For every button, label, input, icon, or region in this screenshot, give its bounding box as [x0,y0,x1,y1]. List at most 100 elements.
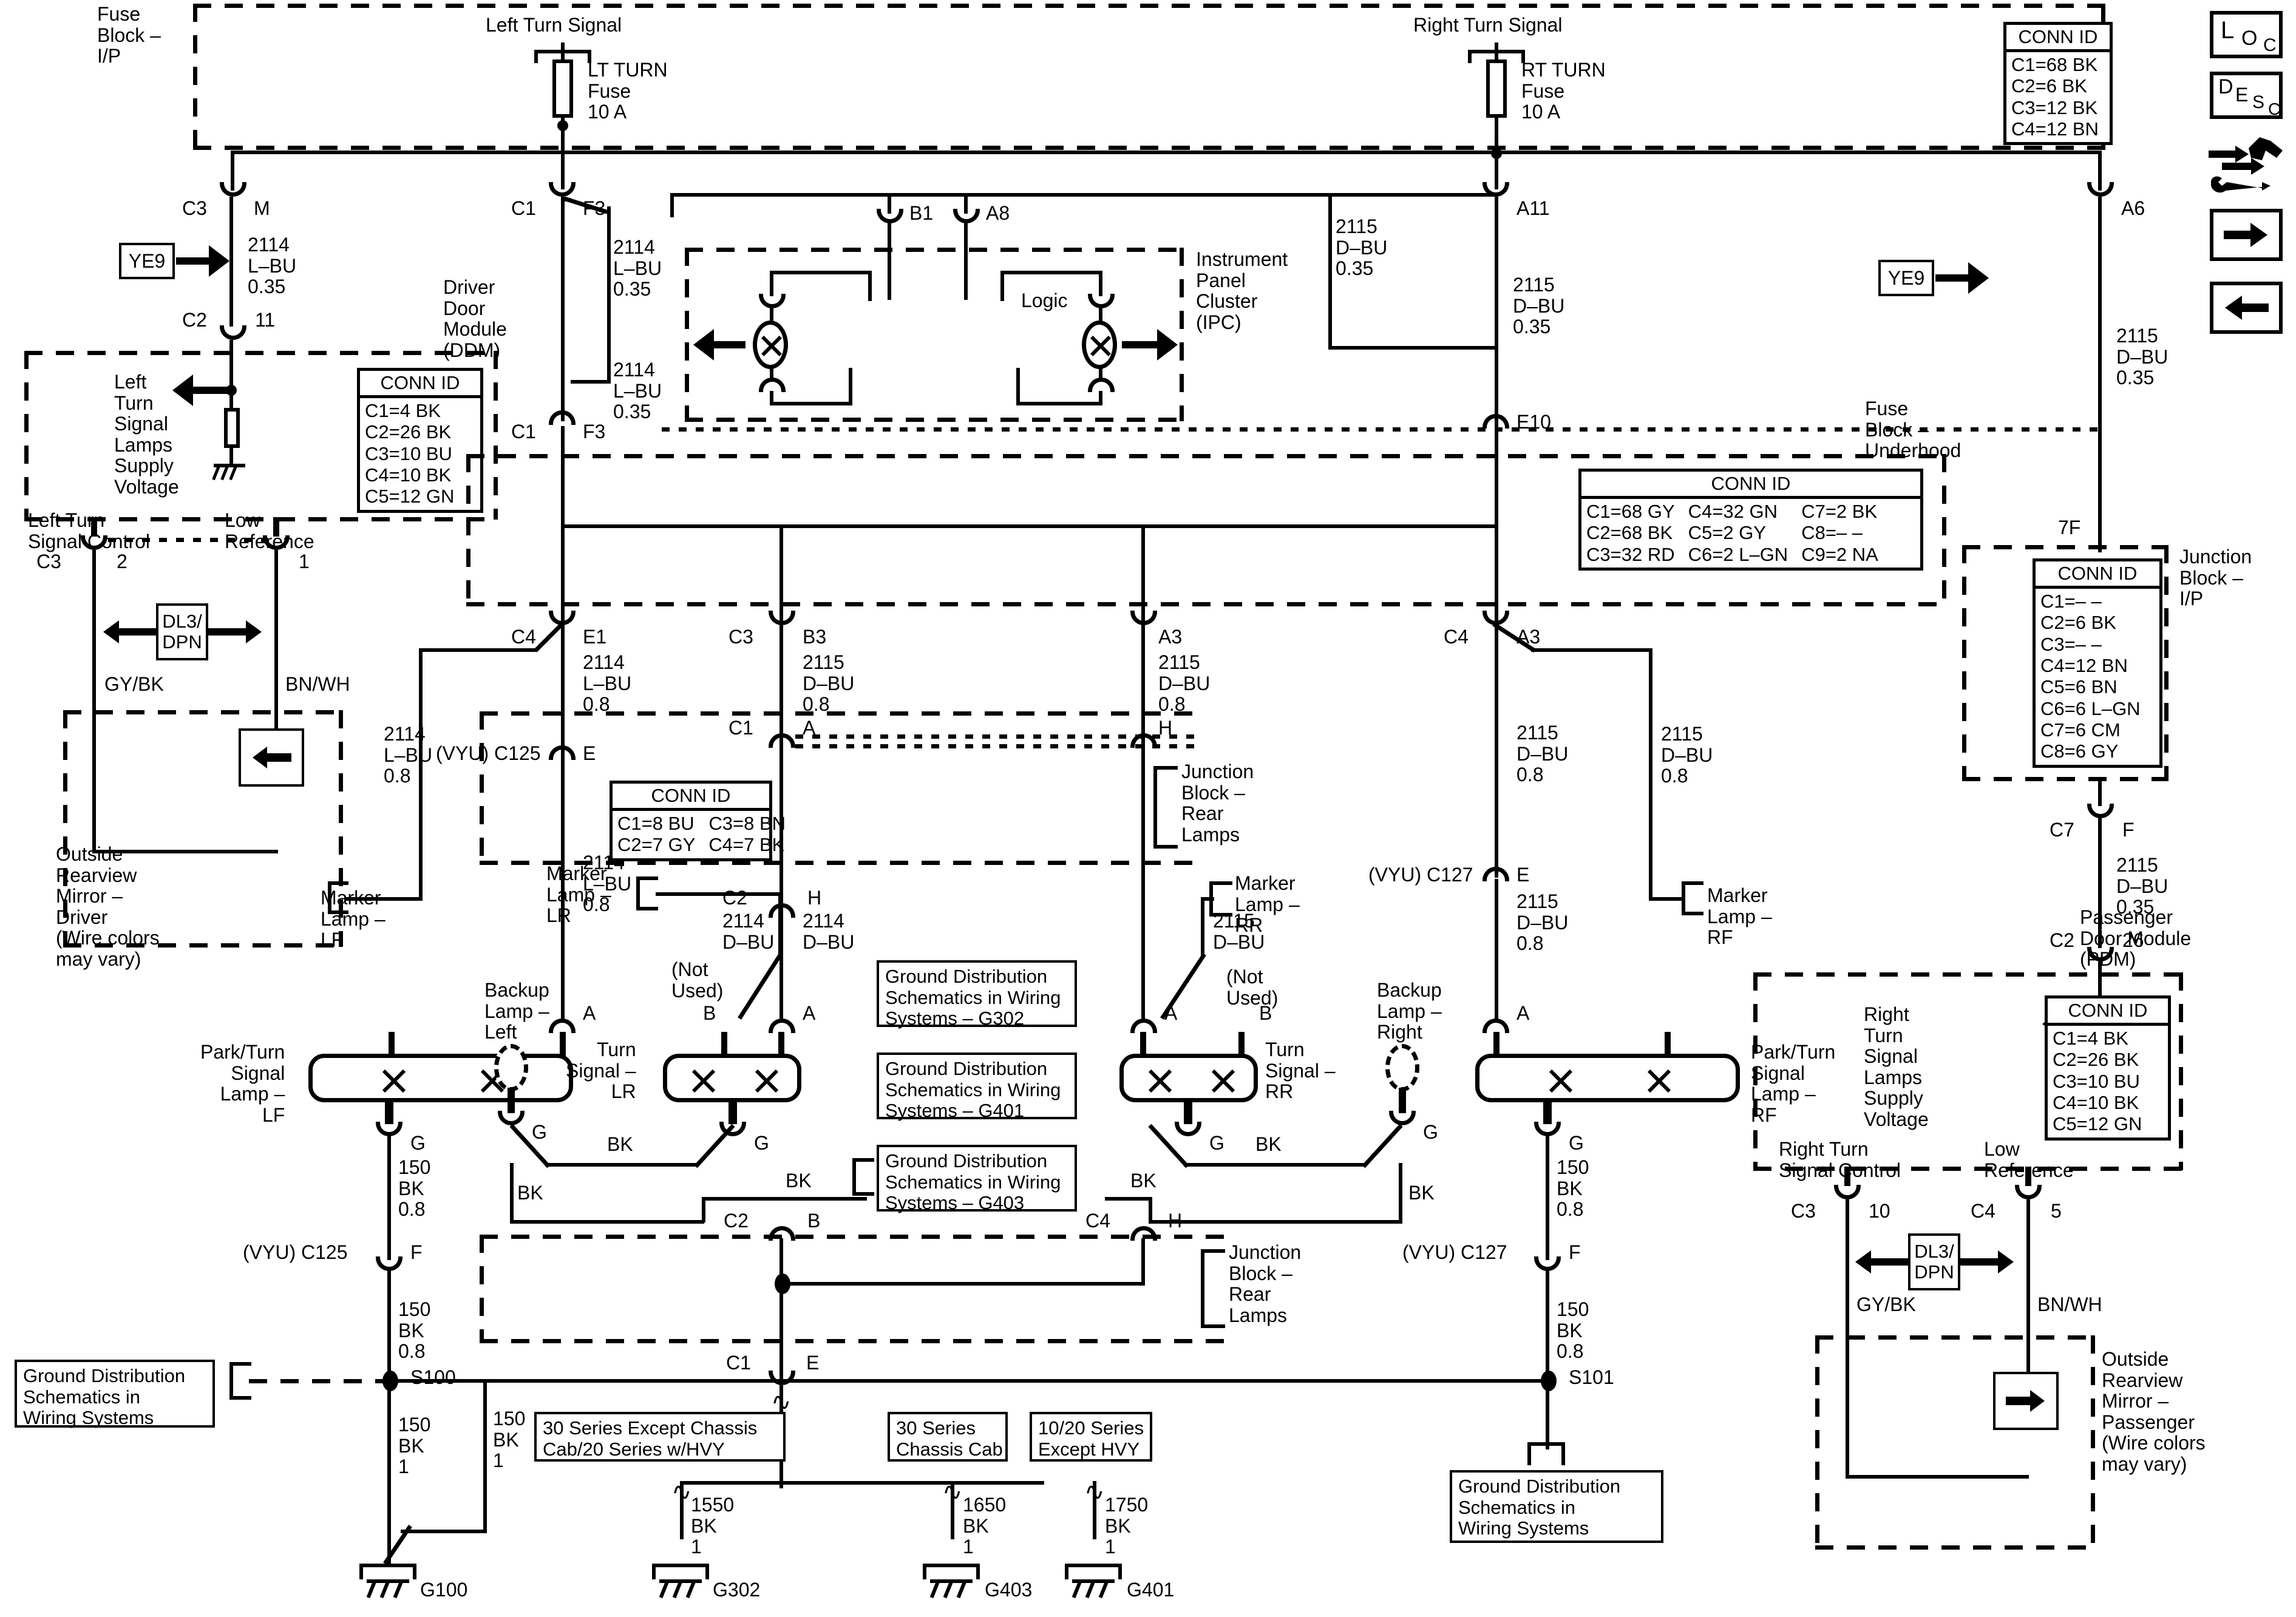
pdm-out-stem-1 [1844,1167,1850,1186]
pin-b-d-label: B [807,1210,821,1232]
wire-a-down-lr [779,745,783,1019]
marker-lamp-lf-label: Marker Lamp – LF [321,887,385,951]
ipc-left-arrow-head [693,329,714,361]
rt-fuse-cap-l [1468,50,1472,63]
backup-lamp-right-label: Backup Lamp – Right [1377,979,1442,1043]
rear-lamps2-border-top [480,1235,1226,1239]
ground-symbol-g403 [923,1564,980,1599]
ground-dist-left-bracket [229,1362,251,1400]
pin-c3-label: C3 [182,197,207,219]
conn-id-rows: C1=4 BK C2=26 BK C3=10 BU C4=10 BK C5=12 GN [360,398,480,510]
c125-b-label: (VYU) C125 [243,1241,348,1263]
desc-button[interactable]: D E S C [2210,72,2283,119]
park-turn-lamp-lf [308,1054,573,1102]
pin-g5-label: G [1423,1121,1438,1143]
conn-id-columns: C1=68 GY C2=68 BK C3=32 RD C4=32 GN C5=2 GY… [1581,499,1920,568]
pin-1-label: 1 [299,551,310,572]
conn-id-columns: C1=8 BU C2=7 GY C3=8 BN C4=7 BK [613,811,786,858]
ground-dist-g403-box[interactable]: Ground Distribution Schematics in Wiring… [877,1145,1077,1213]
junction-rear-lamps-label-2: Junction Block – Rear Lamps [1229,1241,1302,1326]
pin-c2r-label: C2 [2050,929,2074,951]
ground-dist-g403-bracket-left [852,1158,874,1196]
pin-g3-label: G [754,1132,769,1154]
row-c6: C6=2 L–GN [1688,543,1788,565]
a3b-right-branch [1531,648,1652,652]
jb-ip-border-bottom [1962,777,2169,781]
prev-arrow-button[interactable] [2210,282,2283,334]
row-c4: C4=12 BN [2011,118,2099,140]
s101-bracket [1527,1442,1565,1465]
note-1020-series-text: 10/20 Series Except HVY [1038,1417,1144,1460]
ipc-right-lamp-connector-top [1088,294,1115,308]
conn-id-header: CONN ID [2048,998,2168,1026]
right-arrow-icon [2006,1390,2045,1412]
hand-wrench-icon[interactable] [2204,132,2289,198]
row-c1: C1=– – [2040,591,2102,612]
conn-id-underhood: CONN ID C1=68 GY C2=68 BK C3=32 RD C4=32 G… [1578,469,1923,571]
desc-letter-1: D [2218,75,2233,98]
conn-id-rows: C1=68 BK C2=6 BK C3=12 BK C4=12 BN [2006,52,2110,142]
left-turn-signal-label: Left Turn Signal [486,14,622,36]
wire-label-14: 2115 D–BU 0.8 [1661,723,1713,787]
dl3-arrow-head-left-a [103,620,119,643]
conn-id-pdm: CONN ID C1=4 BK C2=26 BK C3=10 BU C4=10 BK C… [2045,995,2171,1141]
g100-slant [376,1524,413,1566]
row-c2: C2=68 BK [1586,522,1673,544]
ground-dist-left-box[interactable]: Ground Distribution Schematics in Wiring… [15,1360,215,1428]
lt-fuse-cap-l [534,50,538,63]
pin-7f-label: 7F [2058,517,2081,538]
ground-dist-g302-box[interactable]: Ground Distribution Schematics in Wiring… [877,960,1077,1029]
mirror-pass-border-left [1815,1335,1819,1549]
dl3-arrow-shaft-right-a [1871,1258,1909,1266]
pin-a-rr-label: A [1164,1002,1178,1024]
dl3-arrow-shaft-right-b [1960,1258,1998,1266]
wire-break-g403: ∿ [942,1479,963,1505]
loc-button[interactable]: L O C [2210,11,2283,58]
wire-label-3: 2114 L–BU 0.35 [613,359,662,423]
junction-block-ip-label: Junction Block – I/P [2179,546,2252,610]
ye9-label-right: YE9 [1887,266,1925,289]
note-30-series-except-box: 30 Series Except Chassis Cab/20 Series w… [534,1412,786,1462]
ground-wire-4: 150 BK 0.8 [1557,1298,1589,1363]
next-arrow-button[interactable] [2210,209,2283,261]
ddm-out-stem-2 [273,517,279,537]
row-c1: C1=4 BK [2053,1028,2128,1049]
rt-turn-fuse-label: RT TURN Fuse 10 A [1521,59,1606,123]
row-c3: C3=10 BU [2053,1070,2140,1092]
row-c1: C1=4 BK [365,400,441,421]
ground-dist-right-box[interactable]: Ground Distribution Schematics in Wiring… [1450,1470,1663,1543]
underhood-bus [561,524,1496,528]
row-c4: C4=12 BN [2040,654,2128,676]
ipc-border-bottom [685,418,1184,422]
wire-label-5: 2115 D–BU 0.35 [1513,274,1565,338]
bk-label-4: BK [1255,1133,1282,1155]
wire-label-6: 2115 D–BU 0.35 [2116,325,2169,389]
connector-c3-m [220,182,246,197]
e1-left-branch [419,648,537,652]
connector-c125-f [376,1256,402,1271]
wire-label-12: 2115 D–BU 0.8 [1158,651,1211,716]
park-turn-lamp-rf [1475,1054,1740,1102]
pin-g1-label: G [410,1132,426,1154]
ye9-label-left: YE9 [128,249,166,272]
loc-letter-3: C [2263,35,2277,55]
wire-label-15: 2114 D–BU [722,910,775,953]
ground-dist-g401-box[interactable]: Ground Distribution Schematics in Wiring… [877,1053,1077,1121]
row-c9: C9=2 NA [1801,543,1878,565]
bk-riser-center [702,1197,705,1222]
lf-gnd-to-s100 [387,1270,391,1384]
connector-c4-5 [2015,1185,2042,1199]
ipc-label: Instrument Panel Cluster (IPC) [1196,248,1288,333]
wire-label-4: 2115 D–BU 0.35 [1336,215,1388,280]
fuse-block-ip-border-bottom [193,146,2105,150]
row-c4: C4=7 BK [708,834,785,856]
row-c1: C1=8 BU [617,813,695,834]
pin-e-l-label: E [583,742,596,764]
conn-id-jb-ip: CONN ID C1=– – C2=6 BK C3=– – C4=12 BN C5=6 … [2033,558,2162,768]
fuse-block-ip-border-left [193,4,197,149]
fuse-block-ip-border-top [193,4,2105,8]
row-c1: C1=68 BK [2011,54,2098,75]
lt-turn-fuse-label: LT TURN Fuse 10 A [588,59,668,123]
conn-id-rows: C1=– – C2=6 BK C3=– – C4=12 BN C5=6 BN C6=6 L… [2036,589,2159,765]
lf-gnd-wire [387,1135,391,1260]
